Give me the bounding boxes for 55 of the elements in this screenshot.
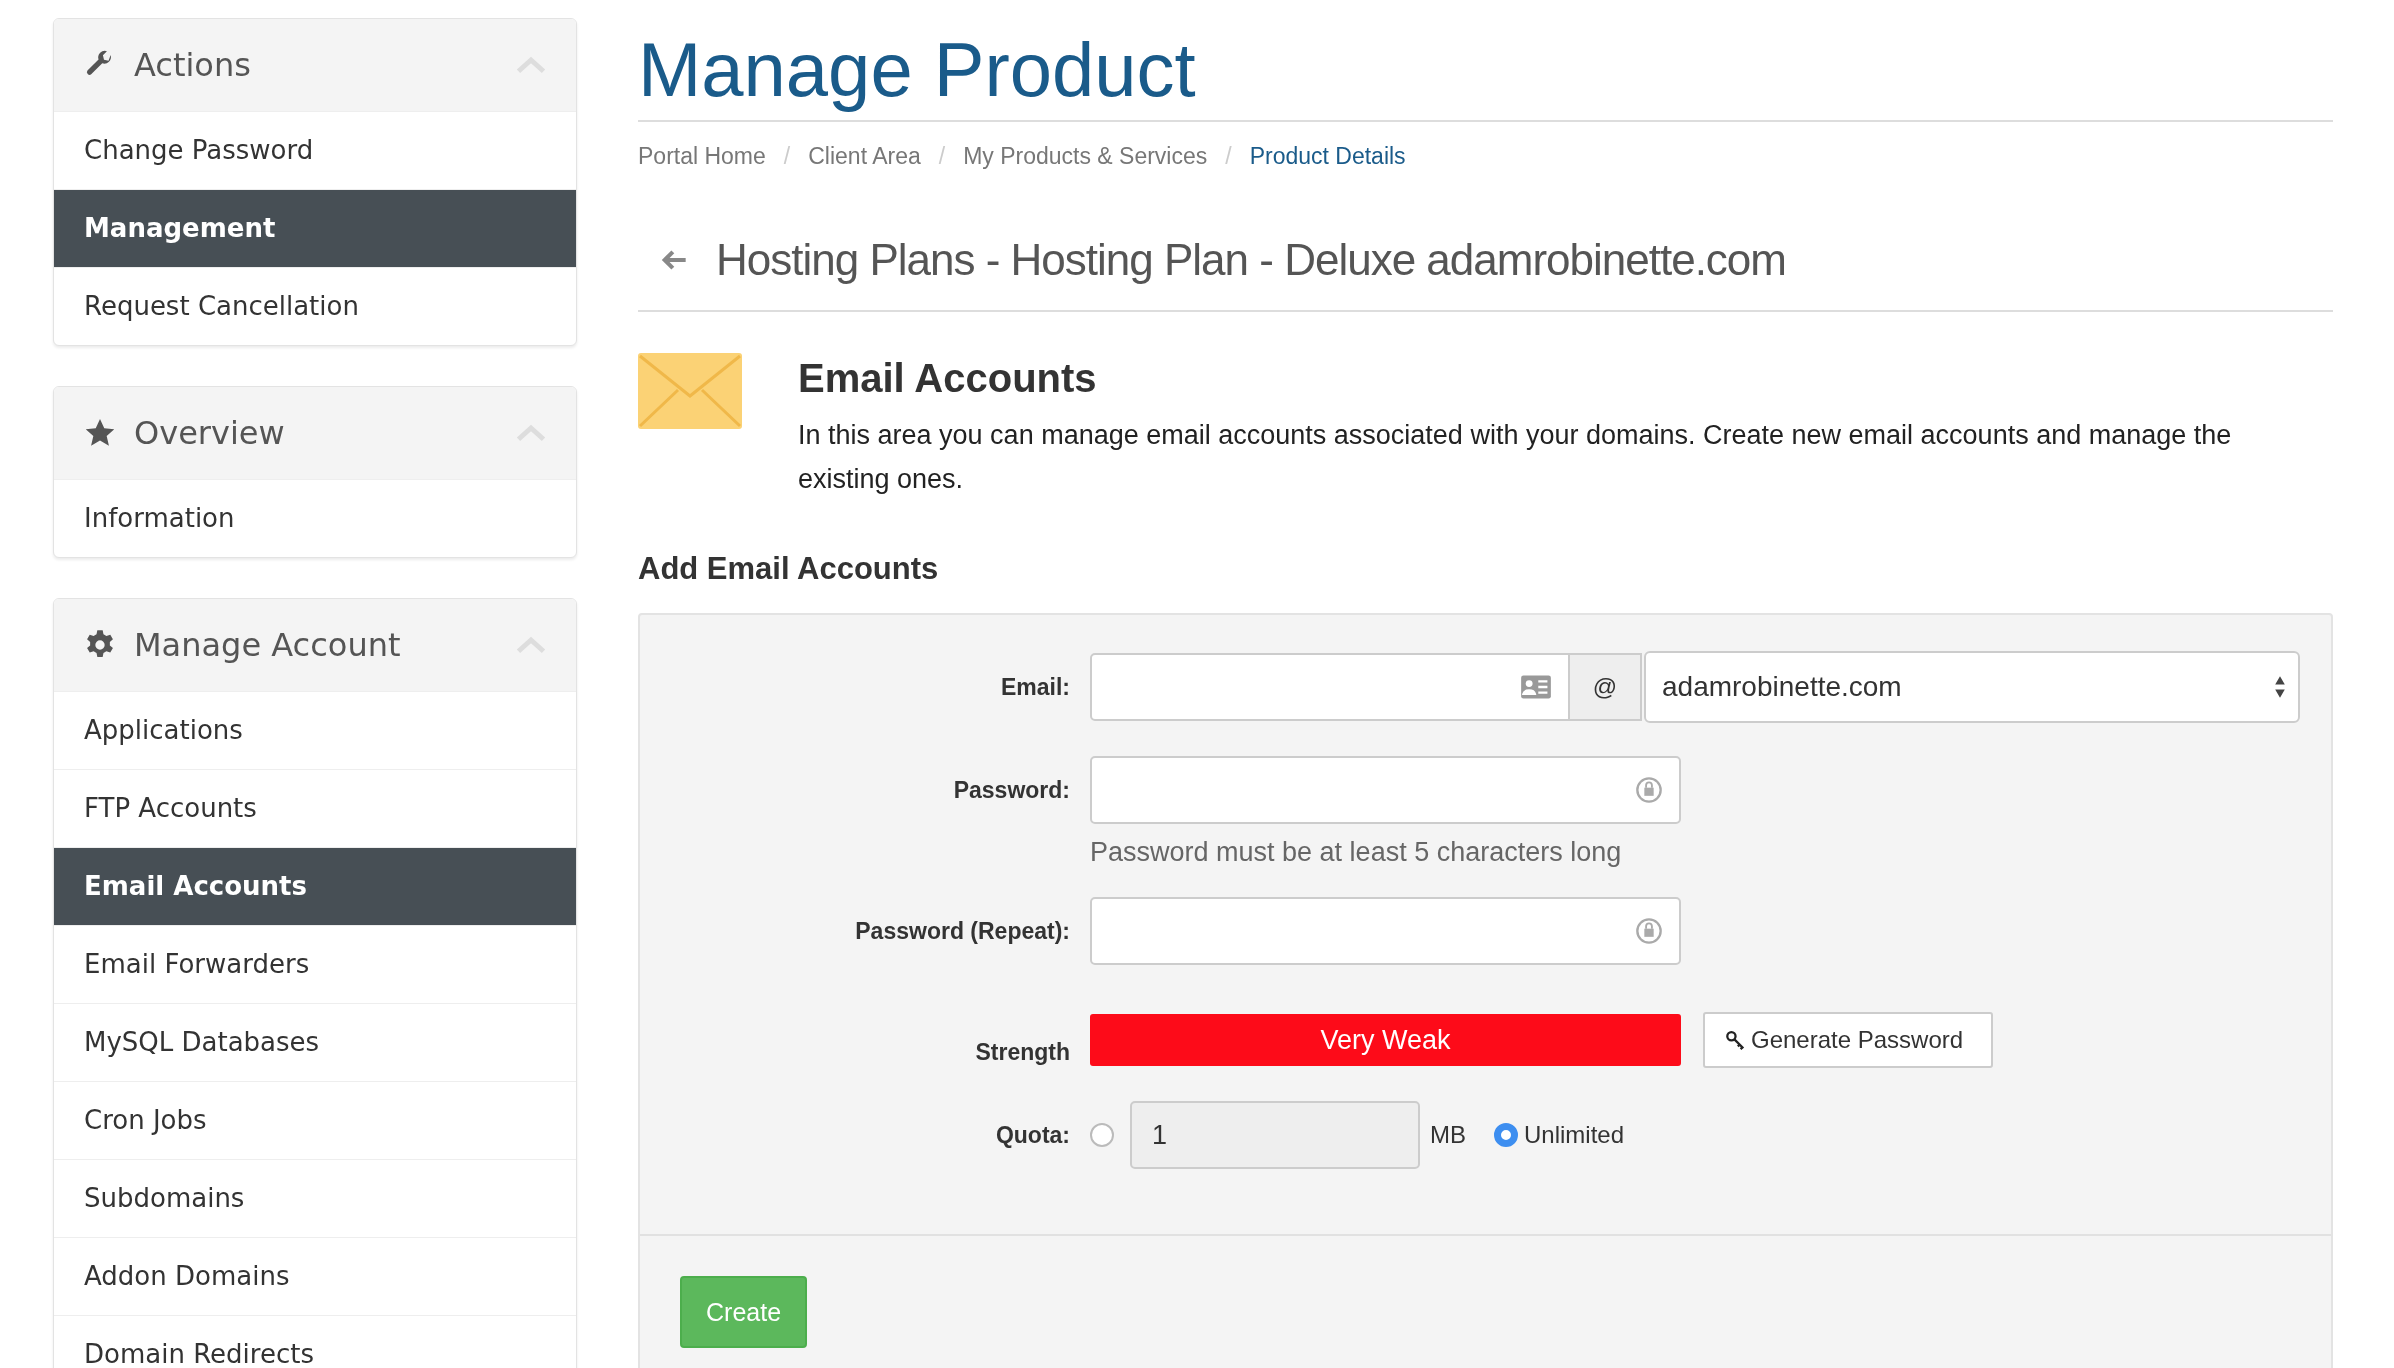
sidebar-item[interactable]: MySQL Databases	[54, 1003, 576, 1081]
lock-icon	[1635, 917, 1663, 945]
field-label: Strength	[974, 1039, 1071, 1067]
back-arrow-icon[interactable]	[660, 248, 688, 272]
email-input-field[interactable]	[1090, 653, 1570, 721]
strength-meter: Very Weak	[1090, 1014, 1681, 1066]
field-label: Email:	[999, 673, 1071, 701]
key-icon	[1725, 1029, 1747, 1051]
lock-icon	[1635, 776, 1663, 804]
radio-button[interactable]	[1494, 1123, 1518, 1147]
envelope-icon	[638, 352, 742, 430]
password-repeat-input-field[interactable]	[1090, 897, 1681, 965]
breadcrumb-separator: /	[783, 142, 791, 170]
section-title: Email Accounts	[798, 356, 1098, 401]
sidebar-item[interactable]: Domain Redirects	[54, 1315, 576, 1368]
breadcrumb-link[interactable]: Product Details	[1249, 142, 1406, 170]
panel-header[interactable]: Manage Account	[54, 599, 576, 691]
field-label: Quota:	[994, 1121, 1071, 1149]
generate-password-button[interactable]: Generate Password	[1703, 1012, 1994, 1068]
panel-title: Actions	[134, 46, 252, 84]
sidebar-item[interactable]: Applications	[54, 691, 576, 769]
password-input-field[interactable]	[1090, 756, 1681, 824]
sidebar-item[interactable]: Email Forwarders	[54, 925, 576, 1003]
domain-select[interactable]: adamrobinette.com	[1644, 651, 2300, 723]
sidebar-item[interactable]: Information	[54, 479, 576, 557]
quota-unit: MB	[1430, 1121, 1466, 1149]
radio-label: Unlimited	[1524, 1121, 1625, 1149]
field-label: Password (Repeat):	[854, 917, 1071, 945]
sidebar-item[interactable]: Addon Domains	[54, 1237, 576, 1315]
breadcrumb-separator: /	[938, 142, 946, 170]
sidebar-item[interactable]: Email Accounts	[54, 847, 576, 925]
breadcrumb-link[interactable]: Portal Home	[638, 142, 766, 170]
contact-card-icon	[1520, 674, 1552, 700]
password-hint: Password must be at least 5 characters long	[1090, 837, 1622, 867]
breadcrumb-link[interactable]: My Products & Services	[963, 142, 1208, 170]
sidebar-item[interactable]: Cron Jobs	[54, 1081, 576, 1159]
star-icon	[84, 417, 116, 449]
panel-header[interactable]: Actions	[54, 19, 576, 111]
section-description: In this area you can manage email accounts associated with your domains. Create new email accounts and manage the existing ones.	[798, 419, 2233, 496]
page-title: Manage Product	[638, 22, 2333, 122]
sidebar-item[interactable]: Subdomains	[54, 1159, 576, 1237]
sidebar-item[interactable]: Management	[54, 189, 576, 267]
field-label: Password:	[952, 776, 1071, 804]
form-heading: Add Email Accounts	[638, 551, 940, 587]
panel-title: Overview	[134, 414, 286, 452]
radio-button[interactable]	[1090, 1123, 1114, 1147]
panel-title: Manage Account	[134, 626, 402, 664]
up-down-arrows-icon	[2274, 675, 2286, 699]
breadcrumb-separator: /	[1225, 142, 1232, 170]
sidebar-item[interactable]: Request Cancellation	[54, 267, 576, 345]
quota-input-field[interactable]: 1	[1130, 1101, 1420, 1169]
breadcrumb-link[interactable]: Client Area	[808, 142, 921, 170]
panel-header[interactable]: Overview	[54, 387, 576, 479]
product-heading: Hosting Plans - Hosting Plan - Deluxe adamrobinette.com	[716, 235, 1786, 285]
at-sign-addon: @	[1570, 653, 1642, 721]
